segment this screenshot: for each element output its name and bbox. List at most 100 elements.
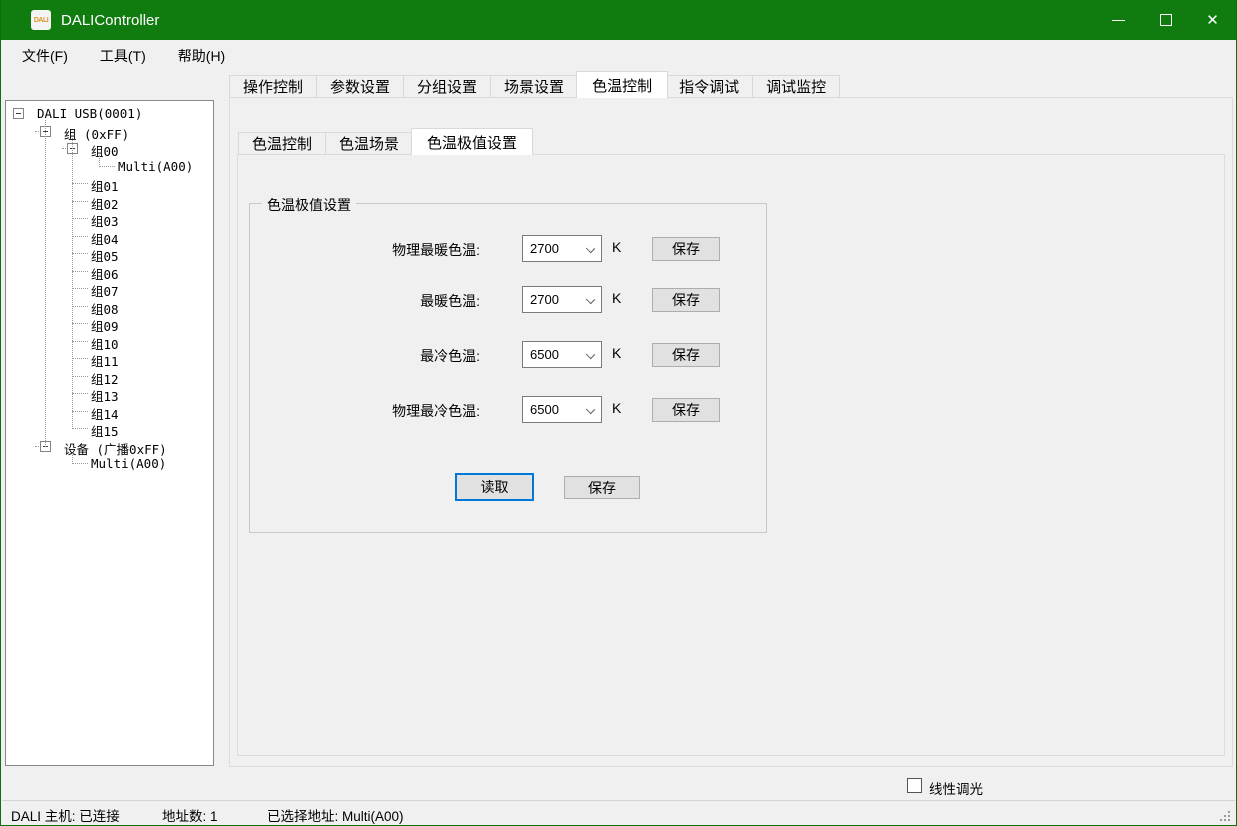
cct-form-row: 最冷色温: 6500 K 保存 xyxy=(250,341,766,369)
tree-connector xyxy=(72,306,88,307)
main-tab-6[interactable]: 调试监控 xyxy=(753,75,840,98)
tree-connector xyxy=(72,393,88,394)
minimize-icon xyxy=(1112,20,1125,21)
tree-item[interactable]: 组10 xyxy=(6,333,213,351)
row-save-button[interactable]: 保存 xyxy=(652,343,720,367)
row-save-button[interactable]: 保存 xyxy=(652,237,720,261)
unit-label: K xyxy=(612,400,621,416)
chevron-down-icon xyxy=(586,244,595,253)
tree-item[interactable]: 组11 xyxy=(6,350,213,368)
tree-item[interactable]: 组00 xyxy=(6,140,213,158)
linear-dimming-label: 线性调光 xyxy=(929,778,983,798)
tree-connector xyxy=(99,166,115,167)
save-button[interactable]: 保存 xyxy=(564,476,640,499)
tree-connector xyxy=(72,288,88,289)
tree-expander-icon[interactable] xyxy=(13,108,24,119)
tree-guide xyxy=(72,138,73,430)
menu-bar: 文件(F) 工具(T) 帮助(H) xyxy=(2,40,1235,71)
main-tab-5[interactable]: 指令调试 xyxy=(666,75,753,98)
chevron-down-icon xyxy=(586,295,595,304)
tree-item[interactable]: DALI USB(0001) xyxy=(6,105,213,123)
menu-item-1[interactable]: 工具(T) xyxy=(88,41,158,71)
tree-connector xyxy=(72,411,88,412)
tree-guide xyxy=(72,453,73,465)
cct-form-row: 最暖色温: 2700 K 保存 xyxy=(250,286,766,314)
tree-item[interactable]: Multi(A00) xyxy=(6,455,213,473)
tree-connector xyxy=(72,323,88,324)
device-tree: DALI USB(0001)组 (0xFF)组00Multi(A00)组01组0… xyxy=(5,100,214,766)
main-tab-4[interactable]: 色温控制 xyxy=(576,71,668,98)
read-button[interactable]: 读取 xyxy=(455,473,534,501)
cct-value-combobox[interactable]: 6500 xyxy=(522,341,602,368)
resize-grip-icon[interactable] xyxy=(1228,819,1230,821)
tree-item[interactable]: 组04 xyxy=(6,228,213,246)
groupbox-title: 色温极值设置 xyxy=(262,195,356,215)
tree-connector xyxy=(72,463,88,464)
tree-item[interactable]: 组14 xyxy=(6,403,213,421)
main-tab-2[interactable]: 分组设置 xyxy=(404,75,491,98)
sub-tab-1[interactable]: 色温场景 xyxy=(326,132,413,155)
chevron-down-icon xyxy=(586,405,595,414)
main-tab-3[interactable]: 场景设置 xyxy=(491,75,578,98)
close-icon: ✕ xyxy=(1206,11,1219,29)
row-save-button[interactable]: 保存 xyxy=(652,288,720,312)
tree-connector xyxy=(72,358,88,359)
main-tab-1[interactable]: 参数设置 xyxy=(317,75,404,98)
tree-item[interactable]: 组08 xyxy=(6,298,213,316)
tree-connector xyxy=(72,253,88,254)
chevron-down-icon xyxy=(586,350,595,359)
title-bar: DALI DALIController ✕ xyxy=(1,0,1236,40)
sub-tab-2[interactable]: 色温极值设置 xyxy=(411,128,533,155)
tree-item-label: DALI USB(0001) xyxy=(37,106,142,121)
maximize-button[interactable] xyxy=(1142,0,1189,40)
sub-tab-strip: 色温控制色温场景色温极值设置 xyxy=(238,128,531,155)
tree-guide xyxy=(99,155,100,167)
close-button[interactable]: ✕ xyxy=(1189,0,1236,40)
tree-item[interactable]: 组05 xyxy=(6,245,213,263)
cct-row-label: 最冷色温: xyxy=(250,346,480,366)
cct-row-label: 物理最暖色温: xyxy=(250,240,480,260)
tree-item[interactable]: 组02 xyxy=(6,193,213,211)
cct-value-combobox[interactable]: 6500 xyxy=(522,396,602,423)
unit-label: K xyxy=(612,239,621,255)
tree-item-label: Multi(A00) xyxy=(118,159,193,174)
app-icon: DALI xyxy=(31,10,51,30)
tree-connector xyxy=(72,201,88,202)
menu-item-0[interactable]: 文件(F) xyxy=(10,41,80,71)
tree-item[interactable]: 设备 (广播0xFF) xyxy=(6,438,213,456)
maximize-icon xyxy=(1160,14,1172,26)
tree-item[interactable]: 组06 xyxy=(6,263,213,281)
linear-dimming-checkbox[interactable] xyxy=(907,778,922,793)
unit-label: K xyxy=(612,345,621,361)
status-bar: DALI 主机: 已连接 地址数: 1 已选择地址: Multi(A00) xyxy=(2,800,1235,825)
tree-connector xyxy=(72,271,88,272)
tree-item[interactable]: 组01 xyxy=(6,175,213,193)
tree-item[interactable]: 组15 xyxy=(6,420,213,438)
sub-tab-0[interactable]: 色温控制 xyxy=(238,132,326,155)
unit-label: K xyxy=(612,290,621,306)
cct-value-combobox[interactable]: 2700 xyxy=(522,286,602,313)
main-tab-0[interactable]: 操作控制 xyxy=(229,75,317,98)
menu-item-2[interactable]: 帮助(H) xyxy=(166,41,237,71)
status-address-count: 地址数: 1 xyxy=(162,805,218,825)
status-selected-address: 已选择地址: Multi(A00) xyxy=(267,805,404,825)
cct-row-label: 最暖色温: xyxy=(250,291,480,311)
tree-connector xyxy=(72,183,88,184)
tree-item[interactable]: 组 (0xFF) xyxy=(6,123,213,141)
tree-item[interactable]: Multi(A00) xyxy=(6,158,213,176)
cct-row-label: 物理最冷色温: xyxy=(250,401,480,421)
tree-item[interactable]: 组03 xyxy=(6,210,213,228)
tree-item-label: Multi(A00) xyxy=(91,456,166,471)
main-tab-strip: 操作控制参数设置分组设置场景设置色温控制指令调试调试监控 xyxy=(229,71,840,98)
tree-item[interactable]: 组12 xyxy=(6,368,213,386)
row-save-button[interactable]: 保存 xyxy=(652,398,720,422)
cct-value-combobox[interactable]: 2700 xyxy=(522,235,602,262)
tree-item[interactable]: 组07 xyxy=(6,280,213,298)
tree-item[interactable]: 组13 xyxy=(6,385,213,403)
tree-item[interactable]: 组09 xyxy=(6,315,213,333)
minimize-button[interactable] xyxy=(1095,0,1142,40)
cct-form-row: 物理最冷色温: 6500 K 保存 xyxy=(250,396,766,424)
app-window: DALI DALIController ✕ 文件(F) 工具(T) 帮助(H) 操作… xyxy=(0,0,1237,826)
tree-guide xyxy=(45,120,46,447)
window-title: DALIController xyxy=(61,12,159,29)
